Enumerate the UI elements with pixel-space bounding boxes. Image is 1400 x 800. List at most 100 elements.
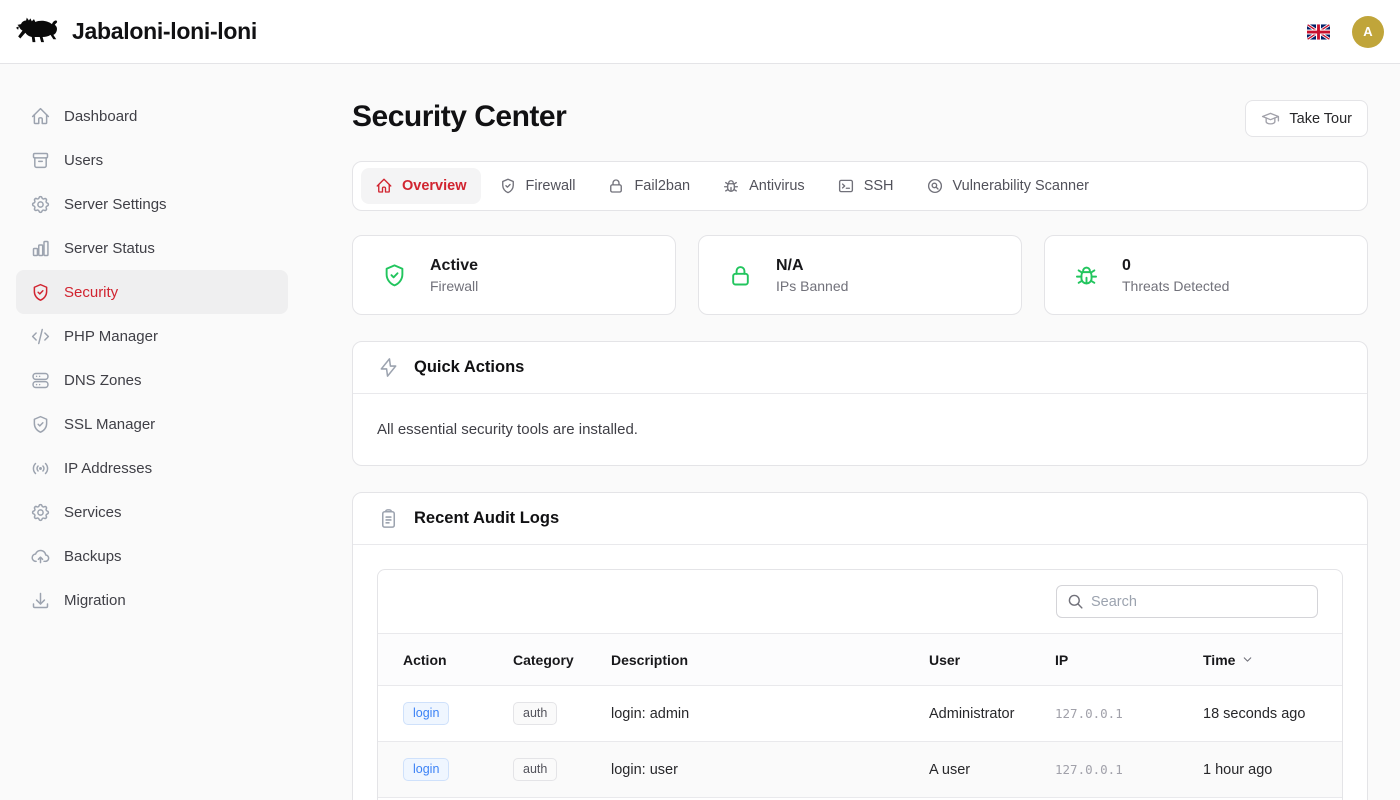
sidebar-item-label: Users [64,152,103,169]
graduation-cap-icon [1261,109,1280,128]
app-title: Jabaloni-loni-loni [72,18,257,45]
bar-chart-icon [30,238,51,259]
sidebar-item-label: Services [64,504,122,521]
audit-logs-body: Action Category Description User IP Time [353,545,1367,800]
stat-value: 0 [1122,257,1229,275]
section-title: Recent Audit Logs [414,509,559,528]
sidebar-item-dashboard[interactable]: Dashboard [16,94,288,138]
tab-label: Fail2ban [634,178,690,194]
audit-table: Action Category Description User IP Time [378,633,1342,800]
tab-firewall[interactable]: Firewall [485,168,590,204]
sidebar-item-server-settings[interactable]: Server Settings [16,182,288,226]
sidebar-item-label: Migration [64,592,126,609]
gear-icon [30,194,51,215]
sidebar-item-label: SSL Manager [64,416,155,433]
category-badge: auth [513,758,557,781]
shield-check-icon [381,262,408,289]
column-header-ip[interactable]: IP [1055,634,1203,686]
search-row [378,570,1342,633]
search-box [1056,585,1318,618]
brand[interactable]: Jabaloni-loni-loni [16,14,257,50]
sidebar-item-migration[interactable]: Migration [16,578,288,622]
sidebar-item-label: Server Settings [64,196,167,213]
search-input[interactable] [1056,585,1318,618]
boar-logo-icon [16,14,62,50]
audit-logs-section: Recent Audit Logs [352,492,1368,800]
audit-logs-header: Recent Audit Logs [353,493,1367,545]
user-avatar[interactable]: A [1352,16,1384,48]
tab-label: Vulnerability Scanner [953,178,1089,194]
time-cell: 1 hour ago [1203,742,1342,798]
ip-cell: 127.0.0.1 [1055,762,1123,777]
terminal-icon [837,177,855,195]
tab-label: SSH [864,178,894,194]
tab-vulnerability-scanner[interactable]: Vulnerability Scanner [912,168,1103,204]
quick-actions-header: Quick Actions [353,342,1367,394]
home-icon [375,177,393,195]
page-title: Security Center [352,100,566,134]
user-cell: Administrator [929,686,1055,742]
table-row[interactable]: login auth login: user A user 127.0.0.1 … [378,742,1342,798]
sidebar-item-label: DNS Zones [64,372,142,389]
sidebar-item-ip-addresses[interactable]: IP Addresses [16,446,288,490]
quick-actions-section: Quick Actions All essential security too… [352,341,1368,466]
home-icon [30,106,51,127]
search-icon [1066,592,1085,611]
take-tour-button[interactable]: Take Tour [1245,100,1368,137]
top-header: Jabaloni-loni-loni A [0,0,1400,64]
column-header-time[interactable]: Time [1203,634,1342,686]
tab-label: Firewall [526,178,576,194]
description-cell: login: admin [611,686,929,742]
security-tabs: Overview Firewall Fail2ban Antivirus [352,161,1368,211]
stat-card-ips-banned: N/A IPs Banned [698,235,1022,315]
shield-check-icon [499,177,517,195]
sidebar-item-label: Dashboard [64,108,137,125]
sidebar-nav: Dashboard Users Server Settings Server S… [0,64,304,800]
stat-value: Active [430,257,478,275]
sidebar-item-dns-zones[interactable]: DNS Zones [16,358,288,402]
sidebar-item-label: Security [64,284,118,301]
lock-icon [727,262,754,289]
sidebar-item-label: Server Status [64,240,155,257]
quick-actions-message: All essential security tools are install… [377,421,638,438]
column-header-category[interactable]: Category [513,634,611,686]
bug-icon [722,177,740,195]
column-header-description[interactable]: Description [611,634,929,686]
clipboard-icon [377,507,400,530]
category-badge: auth [513,702,557,725]
sidebar-item-backups[interactable]: Backups [16,534,288,578]
sidebar-item-services[interactable]: Services [16,490,288,534]
tab-fail2ban[interactable]: Fail2ban [593,168,704,204]
tab-overview[interactable]: Overview [361,168,481,204]
chevron-down-icon [1241,653,1254,666]
column-header-user[interactable]: User [929,634,1055,686]
archive-icon [30,150,51,171]
take-tour-label: Take Tour [1289,111,1352,127]
table-header-row: Action Category Description User IP Time [378,634,1342,686]
table-row[interactable]: login auth login: admin Administrator 12… [378,686,1342,742]
stats-row: Active Firewall N/A IPs Banned 0 [352,235,1368,315]
bug-icon [1073,262,1100,289]
sidebar-item-security[interactable]: Security [16,270,288,314]
stat-label: Threats Detected [1122,278,1229,294]
column-header-action[interactable]: Action [378,634,513,686]
shield-check-icon [30,282,51,303]
stat-card-threats: 0 Threats Detected [1044,235,1368,315]
tab-antivirus[interactable]: Antivirus [708,168,819,204]
tab-label: Overview [402,178,467,194]
lightning-icon [377,356,400,379]
sidebar-item-users[interactable]: Users [16,138,288,182]
language-uk-flag-icon[interactable] [1305,22,1332,42]
tab-ssh[interactable]: SSH [823,168,908,204]
description-cell: login: user [611,742,929,798]
stat-value: N/A [776,257,848,275]
page-head: Security Center Take Tour [352,100,1368,137]
code-icon [30,326,51,347]
action-badge: login [403,758,449,781]
sidebar-item-ssl-manager[interactable]: SSL Manager [16,402,288,446]
section-title: Quick Actions [414,358,524,377]
sidebar-item-php-manager[interactable]: PHP Manager [16,314,288,358]
sidebar-item-label: Backups [64,548,122,565]
main-content: Security Center Take Tour Overview Fir [304,64,1400,800]
sidebar-item-server-status[interactable]: Server Status [16,226,288,270]
